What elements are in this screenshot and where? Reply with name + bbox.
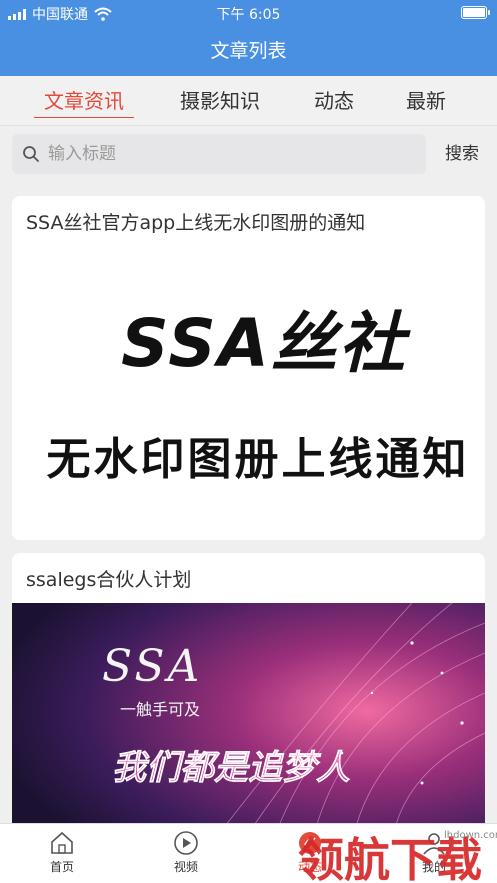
image-logo-text: SSA丝社 [121,305,411,382]
image-logo-text: SSA [102,641,202,692]
search-input[interactable] [48,144,388,164]
tab-label: 最新 [406,89,446,113]
article-title: ssalegs合伙人计划 [26,569,192,591]
article-image: SSA 一触手可及 我们都是追梦人 [12,603,485,843]
article-card[interactable]: ssalegs合伙人计划 SSA 一触手可及 我们都是追梦人 [12,553,485,843]
bottom-tab-mine[interactable]: 我的 [399,830,469,875]
image-caption-text: 无水印图册上线通知 [47,434,470,485]
bottom-tab-label: 首页 [49,860,74,874]
bottom-tab-video[interactable]: 视频 [151,830,221,875]
play-icon [174,831,198,855]
tab-label: 文章资讯 [44,89,124,113]
bottom-tab-dynamics[interactable]: 动态 [275,830,345,875]
battery-icon [461,6,490,19]
tab-article-news[interactable]: 文章资讯 [34,76,134,126]
tab-label: 摄影知识 [180,89,260,113]
status-bar: 中国联通 下午 6:05 [0,0,497,26]
tab-photography-knowledge[interactable]: 摄影知识 [170,76,270,126]
search-box[interactable] [12,134,426,174]
article-title: SSA丝社官方app上线无水印图册的通知 [26,212,366,234]
article-image: SSA丝社 无水印图册上线通知 [12,246,485,540]
image-tagline-text: 一触手可及 [120,700,200,719]
search-icon [23,146,39,162]
tab-dynamics[interactable]: 动态 [296,76,372,126]
page-title: 文章列表 [0,26,497,76]
status-time: 下午 6:05 [216,7,281,23]
tab-bar: 文章资讯 摄影知识 动态 最新 [0,76,497,126]
bottom-tab-label: 动态 [297,860,322,874]
bottom-tab-bar: 首页 视频 动态 我的 [0,823,497,883]
article-card[interactable]: SSA丝社官方app上线无水印图册的通知 SSA丝社 无水印图册上线通知 [12,196,485,540]
search-button[interactable]: 搜索 [434,134,490,174]
bottom-tab-label: 我的 [421,860,446,874]
home-icon [51,831,73,854]
user-icon [423,833,445,855]
bottom-tab-label: 视频 [173,860,198,874]
image-slogan-text: 我们都是追梦人 [112,748,350,788]
search-row: 搜索 [0,126,497,186]
tab-label: 动态 [314,89,354,113]
bottom-tab-home[interactable]: 首页 [27,830,97,875]
tab-latest[interactable]: 最新 [388,76,464,126]
dynamics-icon [299,832,321,854]
tab-active-underline [34,116,134,118]
